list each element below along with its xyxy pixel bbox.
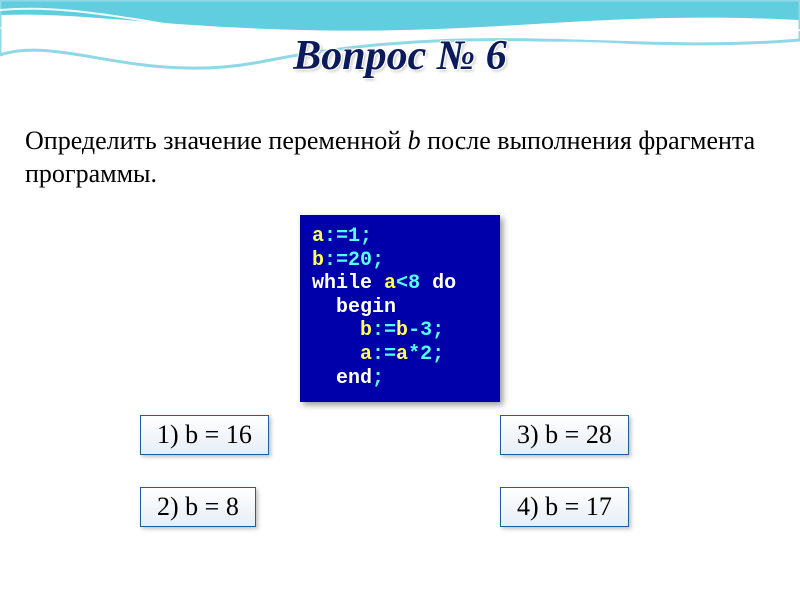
code-token: ; <box>372 367 384 390</box>
answer-option-1[interactable]: 1) b = 16 <box>140 415 269 455</box>
answer-option-2[interactable]: 2) b = 8 <box>140 487 256 527</box>
code-token: 1 <box>348 225 360 248</box>
code-token: while <box>312 272 372 295</box>
code-token: ; <box>372 249 384 272</box>
question-variable: b <box>408 126 421 155</box>
code-token: := <box>372 343 396 366</box>
code-token: end <box>336 367 372 390</box>
slide-title: Вопрос № 6 <box>0 32 800 80</box>
code-token: ; <box>360 225 372 248</box>
code-token: 8 <box>408 272 420 295</box>
code-token: 3 <box>420 319 432 342</box>
code-token: 2 <box>420 343 432 366</box>
answer-option-3[interactable]: 3) b = 28 <box>500 415 629 455</box>
code-token: ; <box>432 319 444 342</box>
question-text: Определить значение переменной b после в… <box>25 125 775 190</box>
answer-option-4[interactable]: 4) b = 17 <box>500 487 629 527</box>
code-token: a <box>312 225 324 248</box>
code-token: := <box>324 225 348 248</box>
code-token: - <box>408 319 420 342</box>
code-token: b <box>312 249 324 272</box>
code-snippet: a:=1; b:=20; while a<8 do begin b:=b-3; … <box>300 215 500 402</box>
code-token: b <box>396 319 408 342</box>
code-token: begin <box>336 296 396 319</box>
code-token: := <box>372 319 396 342</box>
code-token: b <box>360 319 372 342</box>
code-token: ; <box>432 343 444 366</box>
question-prefix: Определить значение переменной <box>25 126 408 155</box>
code-token: a <box>396 343 408 366</box>
code-token: < <box>396 272 408 295</box>
code-token: := <box>324 249 348 272</box>
code-token: a <box>384 272 396 295</box>
code-token: do <box>432 272 456 295</box>
code-token: 20 <box>348 249 372 272</box>
code-token: * <box>408 343 420 366</box>
code-token: a <box>360 343 372 366</box>
